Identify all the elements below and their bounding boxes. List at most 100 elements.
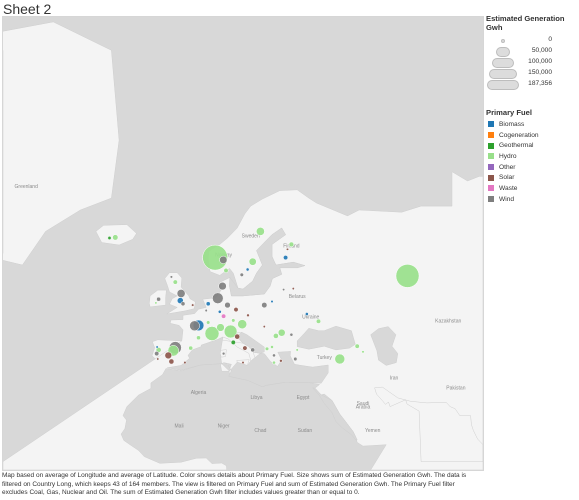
bubble-hydro[interactable] — [172, 279, 178, 285]
bubble-hydro[interactable] — [270, 345, 274, 349]
bubble-biomass[interactable] — [217, 309, 222, 314]
bubble-biomass[interactable] — [245, 267, 250, 272]
fuel-legend-item-wind[interactable]: Wind — [486, 194, 578, 205]
fuel-legend-item-waste[interactable]: Waste — [486, 183, 578, 194]
size-legend-label: 0 — [548, 36, 552, 43]
bubble-hydro[interactable] — [288, 241, 295, 248]
fuel-legend-item-hydro[interactable]: Hydro — [486, 151, 578, 162]
bubble-hydro[interactable] — [188, 345, 193, 351]
bubble-solar[interactable] — [191, 303, 195, 307]
bubble-wind[interactable] — [219, 255, 228, 264]
size-legend-label: 150,000 — [528, 69, 552, 76]
map-view[interactable]: GreenlandSwedenFinlandNorwayBelarusUkrai… — [2, 16, 484, 471]
bubble-biomass[interactable] — [305, 312, 309, 316]
size-legend-title: Estimated Generation Gwh — [486, 14, 565, 32]
country-label: Pakistan — [446, 385, 465, 391]
bubble-hydro[interactable] — [272, 360, 276, 365]
bubble-biomass[interactable] — [270, 299, 274, 304]
bubble-hydro[interactable] — [354, 343, 360, 349]
country-label: Yemen — [365, 428, 381, 434]
bubble-hydro[interactable] — [206, 320, 211, 325]
bubble-solar[interactable] — [286, 247, 289, 251]
bubble-hydro[interactable] — [196, 335, 201, 341]
bubble-hydro[interactable] — [231, 318, 236, 323]
bubble-hydro[interactable] — [273, 333, 279, 339]
bubble-wind[interactable] — [180, 301, 186, 307]
size-legend-bubble — [492, 58, 514, 68]
bubble-geothermal[interactable] — [107, 236, 112, 240]
bubble-wind[interactable] — [261, 302, 268, 309]
bubble-geothermal[interactable] — [230, 339, 236, 345]
fuel-legend-item-other[interactable]: Other — [486, 162, 578, 173]
bubble-wind[interactable] — [212, 292, 224, 304]
fuel-label: Hydro — [499, 152, 517, 160]
bubble-wind[interactable] — [176, 289, 186, 298]
bubble-wind[interactable] — [221, 351, 226, 356]
fuel-label: Solar — [499, 174, 515, 182]
bubble-hydro[interactable] — [361, 350, 365, 354]
bubble-wind[interactable] — [169, 275, 173, 279]
bubble-solar[interactable] — [241, 361, 245, 365]
bubble-hydro[interactable] — [334, 353, 346, 365]
bubble-solar[interactable] — [262, 325, 266, 329]
bubble-hydro[interactable] — [154, 301, 158, 305]
size-legend-bubble — [489, 69, 517, 79]
bubble-solar[interactable] — [246, 313, 250, 317]
size-legend: 0 50,000 100,000 150,000 187,356 — [486, 34, 578, 100]
bubble-solar[interactable] — [234, 333, 241, 340]
bubble-wind[interactable] — [289, 332, 294, 337]
bubble-solar[interactable] — [291, 287, 295, 291]
bubble-biomass[interactable] — [155, 345, 159, 349]
bubble-biomass[interactable] — [205, 301, 211, 307]
bubble-hydro[interactable] — [316, 318, 321, 324]
country-label: Kazakhstan — [435, 319, 461, 325]
bubble-hydro[interactable] — [277, 328, 286, 337]
bubble-hydro[interactable] — [395, 264, 420, 288]
fuel-legend: Primary Fuel Biomass Cogeneration Geotherm… — [486, 108, 578, 205]
bubble-solar[interactable] — [164, 351, 172, 360]
country-label: Belarus — [289, 294, 306, 300]
bubble-hydro[interactable] — [256, 227, 265, 236]
fuel-swatch — [488, 164, 494, 171]
bubble-wind[interactable] — [224, 301, 231, 309]
bubble-wind[interactable] — [282, 288, 286, 292]
fuel-legend-item-geothermal[interactable]: Geothermal — [486, 140, 578, 151]
bubble-wind[interactable] — [204, 308, 208, 313]
bubble-hydro[interactable] — [216, 323, 225, 332]
bubble-waste[interactable] — [221, 313, 227, 319]
fuel-legend-item-solar[interactable]: Solar — [486, 172, 578, 183]
fuel-legend-item-cogeneration[interactable]: Cogeneration — [486, 130, 578, 141]
bubble-hydro[interactable] — [264, 346, 270, 351]
bubble-solar[interactable] — [233, 307, 239, 313]
bubble-wind[interactable] — [239, 272, 244, 277]
bubble-wind[interactable] — [154, 351, 160, 357]
bubble-wind[interactable] — [218, 281, 227, 291]
fuel-swatch — [488, 142, 494, 149]
bubble-wind[interactable] — [293, 356, 298, 362]
bubble-solar[interactable] — [156, 357, 160, 361]
fuel-swatch — [488, 196, 494, 203]
bubble-wind[interactable] — [156, 296, 161, 302]
bubble-hydro[interactable] — [223, 268, 229, 273]
bubble-hydro[interactable] — [295, 348, 299, 352]
bubble-wind[interactable] — [250, 347, 255, 353]
bubble-solar[interactable] — [168, 358, 175, 365]
fuel-swatch — [488, 132, 494, 139]
bubble-hydro[interactable] — [248, 257, 257, 266]
fuel-legend-item-biomass[interactable]: Biomass — [486, 119, 578, 130]
country-label: Arabia — [356, 405, 371, 411]
bubble-solar[interactable] — [279, 359, 283, 363]
country-label: Greenland — [15, 184, 39, 190]
size-legend-label: 187,356 — [528, 80, 552, 87]
bubble-solar[interactable] — [183, 361, 187, 365]
bubble-hydro[interactable] — [237, 319, 248, 330]
map-canvas[interactable]: GreenlandSwedenFinlandNorwayBelarusUkrai… — [3, 17, 483, 470]
fuel-label: Geothermal — [499, 142, 534, 150]
bubble-hydro[interactable] — [112, 234, 119, 241]
bubble-biomass[interactable] — [283, 255, 289, 261]
bubble-solar[interactable] — [242, 345, 248, 351]
fuel-legend-title: Primary Fuel — [486, 108, 533, 117]
fuel-swatch — [488, 121, 494, 128]
bubble-wind[interactable] — [189, 320, 200, 332]
bubble-wind[interactable] — [272, 353, 276, 358]
